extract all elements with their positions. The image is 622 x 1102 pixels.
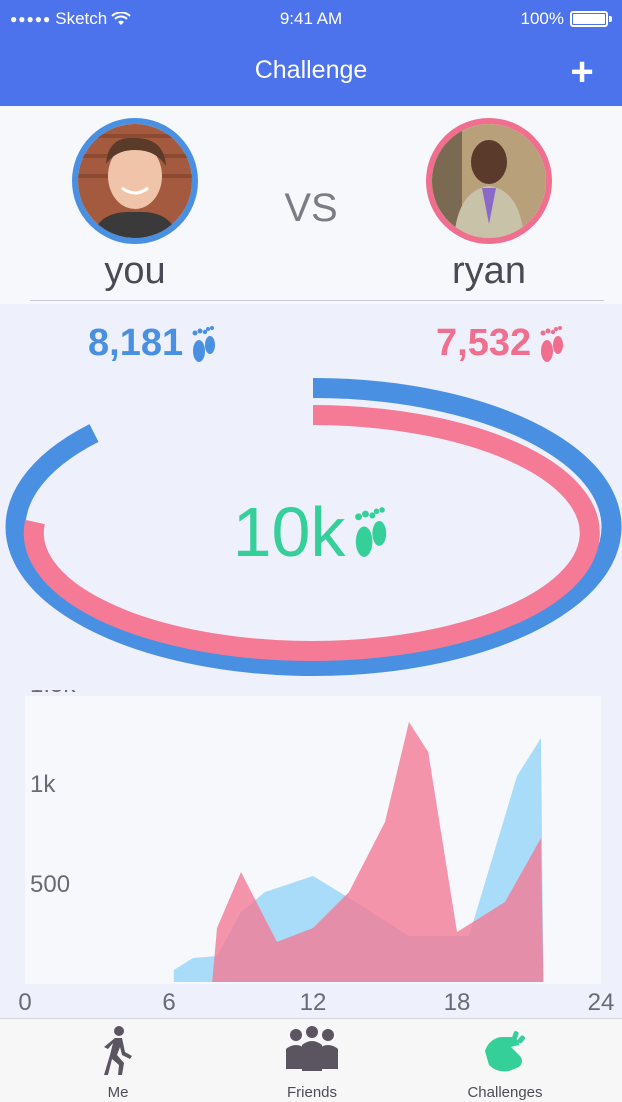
tab-friends[interactable]: Friends <box>232 1025 392 1101</box>
tab-challenges[interactable]: Challenges <box>425 1025 585 1101</box>
status-bar: ●●●●● Sketch 9:41 AM 100% <box>0 0 622 40</box>
avatar-ryan-image <box>432 124 546 238</box>
chart-y-tick-label: 500 <box>30 871 70 898</box>
player-name-ryan: ryan <box>452 250 526 292</box>
steps-ryan-value: 7,532 <box>436 322 532 364</box>
goal-label: 10k <box>232 493 346 571</box>
tab-me[interactable]: Me <box>38 1025 198 1101</box>
battery-percent: 100% <box>520 9 564 28</box>
group-icon <box>286 1026 338 1071</box>
handshake-icon <box>485 1031 526 1072</box>
player-ryan[interactable]: ryan <box>389 118 589 293</box>
chart-x-tick-label: 18 <box>444 989 471 1016</box>
nav-bar: Challenge + <box>0 40 622 106</box>
walking-person-icon <box>104 1026 132 1075</box>
chart-x-tick-label: 24 <box>588 989 615 1016</box>
chart-x-tick-label: 0 <box>18 989 31 1016</box>
footprints-icon <box>355 507 387 557</box>
tab-bar: Me Friends Challenges <box>0 1018 622 1102</box>
players-header: you VS ryan <box>0 106 622 304</box>
footprints-icon <box>192 325 216 362</box>
player-name-you: you <box>104 250 166 292</box>
battery-tip <box>609 16 612 22</box>
chart-x-tick-label: 12 <box>300 989 327 1016</box>
goal-label-row: 10k <box>0 492 622 572</box>
page-title: Challenge <box>254 56 368 84</box>
steps-ryan: 7,532 <box>436 322 565 365</box>
tab-challenges-label: Challenges <box>467 1084 543 1101</box>
tab-me-label: Me <box>107 1084 129 1101</box>
chart-x-tick-label: 6 <box>162 989 175 1016</box>
add-challenge-button[interactable]: + <box>562 52 602 92</box>
steps-you-value: 8,181 <box>88 322 184 364</box>
battery-indicator: 100% <box>521 9 612 29</box>
steps-you: 8,181 <box>88 322 217 365</box>
avatar-ryan[interactable] <box>426 118 552 244</box>
steps-chart: 500 1k 1.5k 0 6 12 18 24 <box>18 690 615 1016</box>
chart-y-tick-label: 1k <box>30 771 56 798</box>
footprints-icon <box>540 325 564 362</box>
chart-y-tick-label: 1.5k <box>30 690 76 698</box>
tab-friends-label: Friends <box>286 1084 338 1101</box>
header-divider <box>30 300 604 301</box>
battery-icon <box>570 11 608 27</box>
